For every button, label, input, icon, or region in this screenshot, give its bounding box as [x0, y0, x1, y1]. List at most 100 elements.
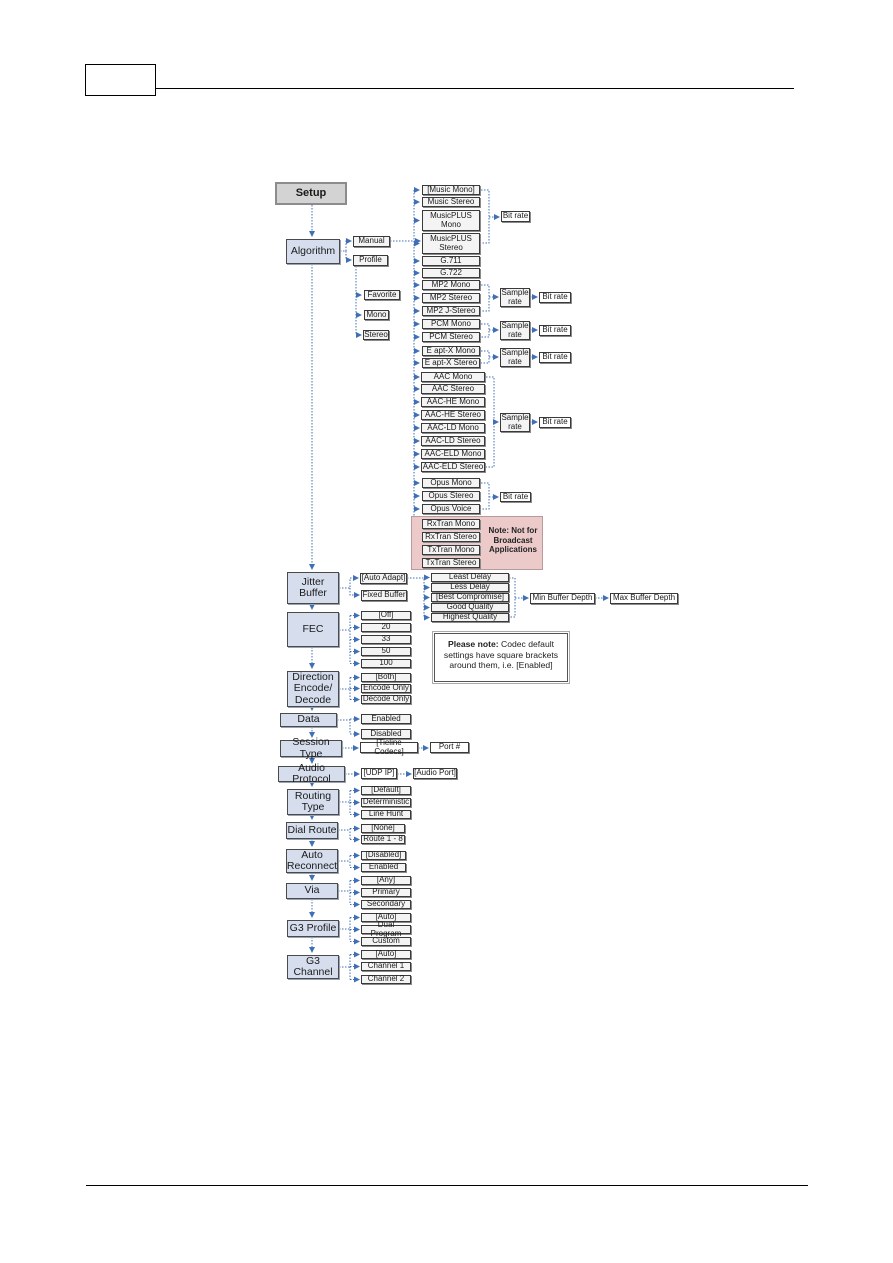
- jitter-auto-option: Less Delay: [431, 583, 509, 592]
- direction-option: Decode Only: [361, 694, 411, 704]
- codec-option: MusicPLUS Mono: [422, 210, 480, 231]
- connector: [349, 588, 360, 598]
- connector: [486, 376, 495, 468]
- codec-option: Opus Mono: [422, 478, 480, 488]
- codec-option: AAC-ELD Stereo: [421, 461, 485, 472]
- codec-option: MP2 J-Stereo: [422, 306, 480, 316]
- dial-route-option: Route 1 - 8: [361, 835, 405, 844]
- defaults-note-heading: Please note:: [447, 639, 499, 649]
- max-buffer-depth: Max Buffer Depth: [610, 593, 678, 604]
- connector: [481, 284, 490, 312]
- auto-reconnect-option: [Disabled]: [361, 851, 406, 860]
- codec-option: RxTran Stereo: [422, 532, 480, 542]
- codec-option: Music Stereo: [422, 197, 480, 207]
- connector: [481, 189, 490, 244]
- fec-option: 33: [361, 635, 411, 644]
- g3-profile-option: Dual Program: [361, 920, 411, 937]
- option-auto-adapt: [Auto Adapt]: [360, 573, 407, 584]
- auto-reconnect-option: Enabled: [361, 863, 406, 872]
- direction-node: Direction Encode/ Decode: [287, 671, 339, 707]
- pcm-sample-rate: Sample rate: [500, 321, 530, 340]
- via-option: Primary: [361, 888, 411, 897]
- setup-node: Setup: [275, 182, 347, 205]
- codec-option: RxTran Mono: [422, 519, 480, 529]
- dial-route-node: Dial Route: [286, 822, 338, 839]
- audio-protocol-node: Audio Protocol: [278, 762, 345, 785]
- codec-option: MusicPLUS Stereo: [422, 233, 480, 254]
- connector: [345, 251, 352, 263]
- aptx-bit-rate: Bit rate: [539, 352, 571, 363]
- via-option: Secondary: [361, 900, 411, 909]
- codec-option: AAC-HE Mono: [421, 397, 485, 407]
- fec-option: 50: [361, 647, 411, 656]
- connector: [481, 482, 490, 510]
- g3-channel-option: [Auto]: [361, 950, 411, 959]
- g3-channel-option: Channel 2: [361, 975, 411, 984]
- codec-option: E apt-X Stereo: [422, 358, 480, 368]
- codec-option: AAC-LD Stereo: [421, 436, 485, 446]
- codec-option: G.711: [422, 256, 480, 266]
- routing-type-option: [Default]: [361, 786, 411, 795]
- auto-reconnect-node: Auto Reconnect: [286, 848, 338, 873]
- option-mono: Mono: [364, 310, 389, 320]
- codec-option: AAC-HE Stereo: [421, 410, 485, 420]
- g3-profile-option: Custom: [361, 937, 411, 946]
- option-fixed-buffer: Fixed Buffer: [361, 590, 407, 601]
- routing-type-node: Routing Type: [287, 789, 339, 815]
- jitter-buffer-node: Jitter Buffer: [287, 572, 339, 604]
- fec-node: FEC: [287, 612, 339, 647]
- algorithm-node: Algorithm: [286, 239, 340, 264]
- fec-option: 100: [361, 659, 411, 668]
- option-udp-ip: [UDP IP]: [361, 768, 397, 779]
- jitter-auto-option: [Best Compromise]: [431, 593, 509, 602]
- data-option: Enabled: [361, 714, 411, 724]
- session-type-node: Session Type: [280, 737, 342, 759]
- dial-route-option: [None]: [361, 824, 405, 833]
- via-node: Via: [286, 883, 338, 899]
- codec-option: AAC-LD Mono: [421, 423, 485, 433]
- codec-option: TxTran Mono: [422, 545, 480, 555]
- codec-option: Opus Voice: [422, 504, 480, 514]
- aac-bit-rate: Bit rate: [539, 417, 571, 428]
- codec-option: G.722: [422, 268, 480, 278]
- jitter-auto-option: Good Quality: [431, 603, 509, 612]
- codec-option: PCM Stereo: [422, 332, 480, 342]
- codec-option: Opus Stereo: [422, 491, 480, 501]
- pcm-bit-rate: Bit rate: [539, 325, 571, 336]
- mp2-bit-rate: Bit rate: [539, 292, 571, 303]
- option-port-number: Port #: [430, 742, 469, 753]
- setup-menu-flowchart: Note: Not for Broadcast Applications Set…: [0, 0, 893, 1263]
- codec-option: AAC Mono: [421, 372, 485, 382]
- direction-option: [Both]: [361, 673, 411, 682]
- jitter-auto-option: Least Delay: [431, 573, 509, 582]
- option-audio-port: [Audio Port]: [413, 768, 457, 779]
- option-stereo: Stereo: [363, 329, 389, 340]
- min-buffer-depth: Min Buffer Depth: [530, 593, 595, 604]
- aac-sample-rate: Sample rate: [500, 413, 530, 432]
- defaults-note: Please note: Codec default settings have…: [432, 631, 570, 684]
- codec-option: AAC-ELD Mono: [421, 449, 485, 459]
- fec-option: 20: [361, 623, 411, 632]
- jitter-auto-option: Highest Quality: [431, 613, 509, 622]
- routing-type-option: Deterministic: [361, 797, 411, 807]
- connector: [509, 577, 516, 618]
- connector: [340, 238, 352, 252]
- g3-profile-node: G3 Profile: [287, 920, 339, 937]
- g3-channel-node: G3 Channel: [287, 955, 339, 979]
- connector: [481, 350, 490, 364]
- opus-bit-rate: Bit rate: [500, 492, 531, 502]
- connector: [481, 323, 490, 338]
- connector: [339, 575, 359, 589]
- music-bit-rate: Bit rate: [501, 211, 530, 222]
- direction-option: Encode Only: [361, 684, 411, 693]
- mp2-sample-rate: Sample rate: [500, 288, 530, 307]
- codec-option: MP2 Stereo: [422, 293, 480, 303]
- routing-type-option: Line Hunt: [361, 810, 411, 819]
- via-option: [Any]: [361, 876, 411, 885]
- g3-channel-option: Channel 1: [361, 962, 411, 971]
- codec-option: TxTran Stereo: [422, 558, 480, 568]
- option-favorite: Favorite: [364, 290, 400, 300]
- rxtran-warning-text: Note: Not for Broadcast Applications: [488, 526, 538, 555]
- codec-option: MP2 Mono: [422, 280, 480, 290]
- codec-option: PCM Mono: [422, 319, 480, 329]
